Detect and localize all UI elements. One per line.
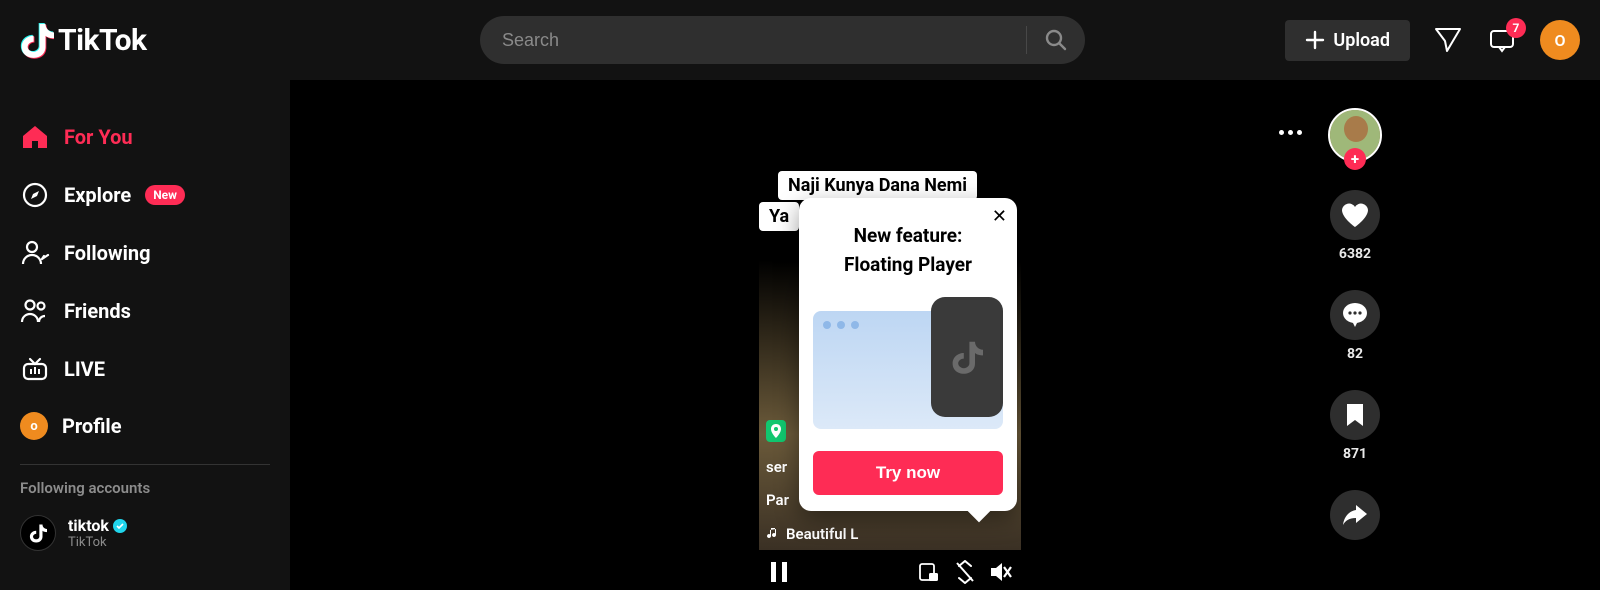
video-caption-line: Ya — [759, 202, 799, 231]
video-controls — [759, 553, 1021, 590]
brand-text: TikTok — [58, 23, 147, 58]
sidebar: For You Explore New Following Friends LI… — [0, 80, 290, 590]
upload-label: Upload — [1333, 30, 1390, 51]
tiktok-note-icon — [29, 523, 47, 543]
compass-icon — [20, 180, 50, 210]
like-button[interactable] — [1330, 190, 1380, 240]
plus-icon — [1305, 30, 1325, 50]
comment-button[interactable] — [1330, 290, 1380, 340]
messages-button[interactable] — [1432, 24, 1464, 56]
nav-label: Following — [64, 241, 151, 265]
search-input[interactable] — [480, 16, 1026, 64]
divider — [20, 464, 270, 465]
account-display-name: TikTok — [68, 535, 127, 550]
nav-label: Explore — [64, 183, 131, 207]
video-action-rail: + 6382 82 871 — [1325, 108, 1385, 540]
save-count: 871 — [1343, 446, 1367, 462]
send-icon — [1433, 25, 1463, 55]
creator-avatar[interactable]: + — [1328, 108, 1382, 162]
follow-plus-button[interactable]: + — [1344, 148, 1366, 170]
nav-following[interactable]: Following — [10, 224, 280, 282]
top-header: TikTok Upload 7 O — [0, 0, 1600, 80]
friends-icon — [20, 296, 50, 326]
profile-avatar-icon: o — [20, 412, 48, 440]
nav-live[interactable]: LIVE — [10, 340, 280, 398]
heart-icon — [1341, 202, 1369, 228]
following-account-item[interactable]: tiktok TikTok — [10, 507, 280, 559]
tiktok-note-icon — [951, 339, 983, 375]
comment-count: 82 — [1347, 346, 1363, 362]
account-username: tiktok — [68, 516, 127, 535]
mute-button[interactable] — [987, 558, 1015, 586]
more-options-button[interactable] — [1279, 130, 1302, 135]
video-music-row[interactable]: Beautiful L — [766, 525, 858, 543]
avatar-initial: O — [1554, 31, 1565, 50]
following-accounts-header: Following accounts — [10, 479, 280, 507]
popup-illustration — [813, 297, 1003, 433]
like-count: 6382 — [1339, 246, 1371, 262]
tiktok-logo[interactable]: TikTok — [20, 21, 147, 59]
nav-label: Friends — [64, 299, 131, 323]
nav-for-you[interactable]: For You — [10, 108, 280, 166]
share-button[interactable] — [1330, 490, 1380, 540]
bookmark-icon — [1345, 403, 1365, 427]
nav-label: For You — [64, 125, 133, 149]
verified-icon — [113, 519, 127, 533]
share-icon — [1342, 504, 1368, 526]
nav-label: LIVE — [64, 357, 105, 381]
pause-button[interactable] — [765, 558, 793, 586]
save-button[interactable] — [1330, 390, 1380, 440]
inbox-button[interactable]: 7 — [1486, 24, 1518, 56]
video-overlay-text: ser — [766, 458, 787, 476]
nav-label: Profile — [62, 414, 122, 438]
video-feed: Naji Kunya Dana Nemi Ya ser Par Beautifu… — [290, 80, 1600, 590]
comment-icon — [1342, 302, 1368, 328]
music-note-icon — [766, 527, 780, 541]
video-overlay-text: Par — [766, 491, 789, 509]
location-pin-icon — [766, 420, 786, 442]
popup-try-now-button[interactable]: Try now — [813, 451, 1003, 495]
user-avatar[interactable]: O — [1540, 20, 1580, 60]
search-icon — [1044, 28, 1068, 52]
floating-player-popup: ✕ New feature: Floating Player Try now — [799, 198, 1017, 511]
search-button[interactable] — [1027, 16, 1085, 64]
floating-player-button[interactable] — [915, 558, 943, 586]
inbox-badge: 7 — [1506, 18, 1526, 38]
home-icon — [20, 122, 50, 152]
header-actions: Upload 7 O — [1285, 20, 1580, 61]
popup-title: New feature: Floating Player — [813, 222, 1003, 279]
popup-close-button[interactable]: ✕ — [992, 206, 1007, 227]
video-caption-line: Naji Kunya Dana Nemi — [778, 171, 977, 200]
following-icon — [20, 238, 50, 268]
search-bar — [480, 16, 1085, 64]
upload-button[interactable]: Upload — [1285, 20, 1410, 61]
nav-explore[interactable]: Explore New — [10, 166, 280, 224]
nav-profile[interactable]: o Profile — [10, 398, 280, 454]
nav-friends[interactable]: Friends — [10, 282, 280, 340]
new-pill: New — [145, 185, 185, 205]
live-icon — [20, 354, 50, 384]
account-avatar — [20, 515, 56, 551]
tiktok-note-icon — [20, 21, 54, 59]
auto-scroll-button[interactable] — [951, 558, 979, 586]
